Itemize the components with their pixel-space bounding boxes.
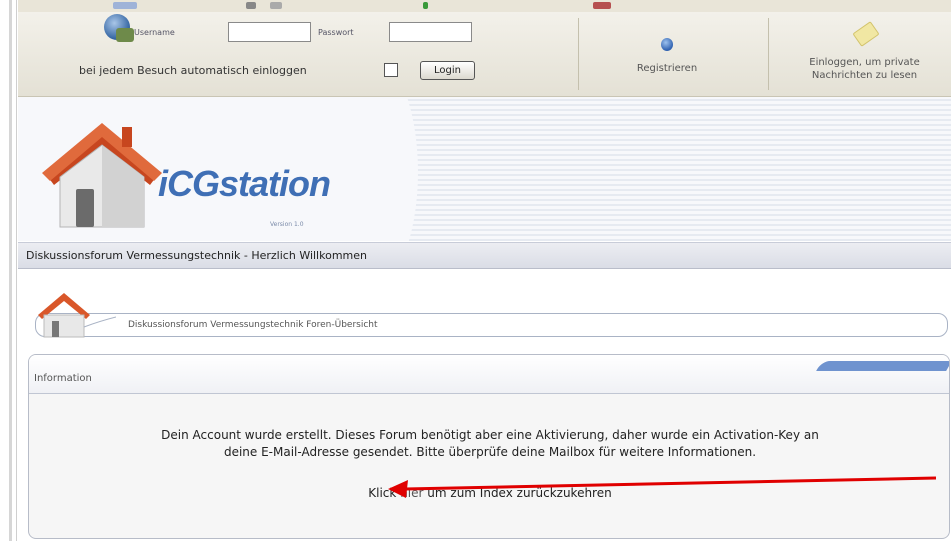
annotation-arrow bbox=[388, 476, 937, 498]
